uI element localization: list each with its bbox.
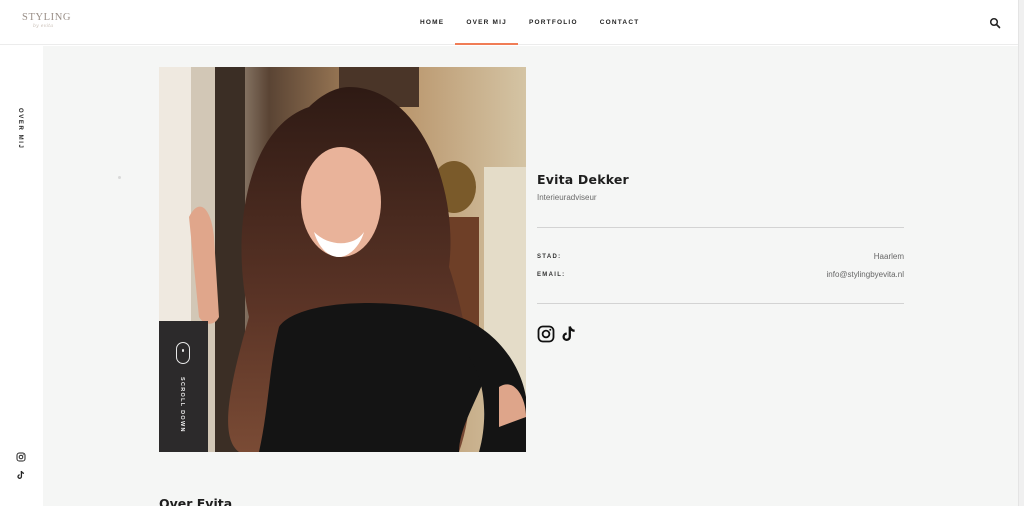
scroll-down-label: SCROLL DOWN (179, 377, 185, 433)
social-links (537, 325, 578, 343)
page-scrollbar[interactable] (1018, 0, 1024, 506)
main-content: SCROLL DOWN Evita Dekker Interieuradvise… (43, 46, 1018, 506)
nav-over-mij[interactable]: OVER MIJ (455, 0, 518, 45)
profile-photo (159, 67, 526, 452)
mouse-icon (176, 342, 190, 364)
profile-role: Interieuradviseur (537, 193, 597, 202)
city-label: STAD: (537, 254, 562, 260)
divider (537, 303, 904, 304)
scroll-down-button[interactable]: SCROLL DOWN (159, 321, 208, 452)
info-row-city: STAD: Haarlem (537, 252, 904, 264)
nav-portfolio[interactable]: PORTFOLIO (518, 0, 589, 45)
email-label: EMAIL: (537, 272, 566, 278)
section-title: Over Evita (159, 496, 233, 506)
search-icon[interactable] (989, 16, 1001, 29)
tiktok-icon[interactable] (16, 467, 26, 479)
left-rail: OVER MIJ (0, 45, 43, 506)
profile-name: Evita Dekker (537, 172, 629, 187)
instagram-icon[interactable] (16, 449, 26, 462)
decorative-dot (118, 176, 121, 179)
logo-subtext: by evita (33, 24, 54, 29)
rail-section-label: OVER MIJ (17, 108, 23, 150)
site-logo[interactable]: STYLING by evita (22, 12, 71, 34)
email-link[interactable]: info@stylingbyevita.nl (827, 270, 905, 279)
info-row-email: EMAIL: info@stylingbyevita.nl (537, 270, 904, 282)
instagram-icon[interactable] (537, 325, 555, 343)
profile-info: Evita Dekker Interieuradviseur STAD: Haa… (537, 172, 904, 343)
city-value: Haarlem (873, 252, 904, 261)
logo-text: STYLING (22, 12, 72, 23)
nav-home[interactable]: HOME (409, 0, 455, 45)
divider (537, 227, 904, 228)
main-nav: HOME OVER MIJ PORTFOLIO CONTACT (409, 0, 650, 45)
tiktok-icon[interactable] (560, 325, 578, 343)
nav-contact[interactable]: CONTACT (589, 0, 651, 45)
site-header: STYLING by evita HOME OVER MIJ PORTFOLIO… (0, 0, 1018, 45)
